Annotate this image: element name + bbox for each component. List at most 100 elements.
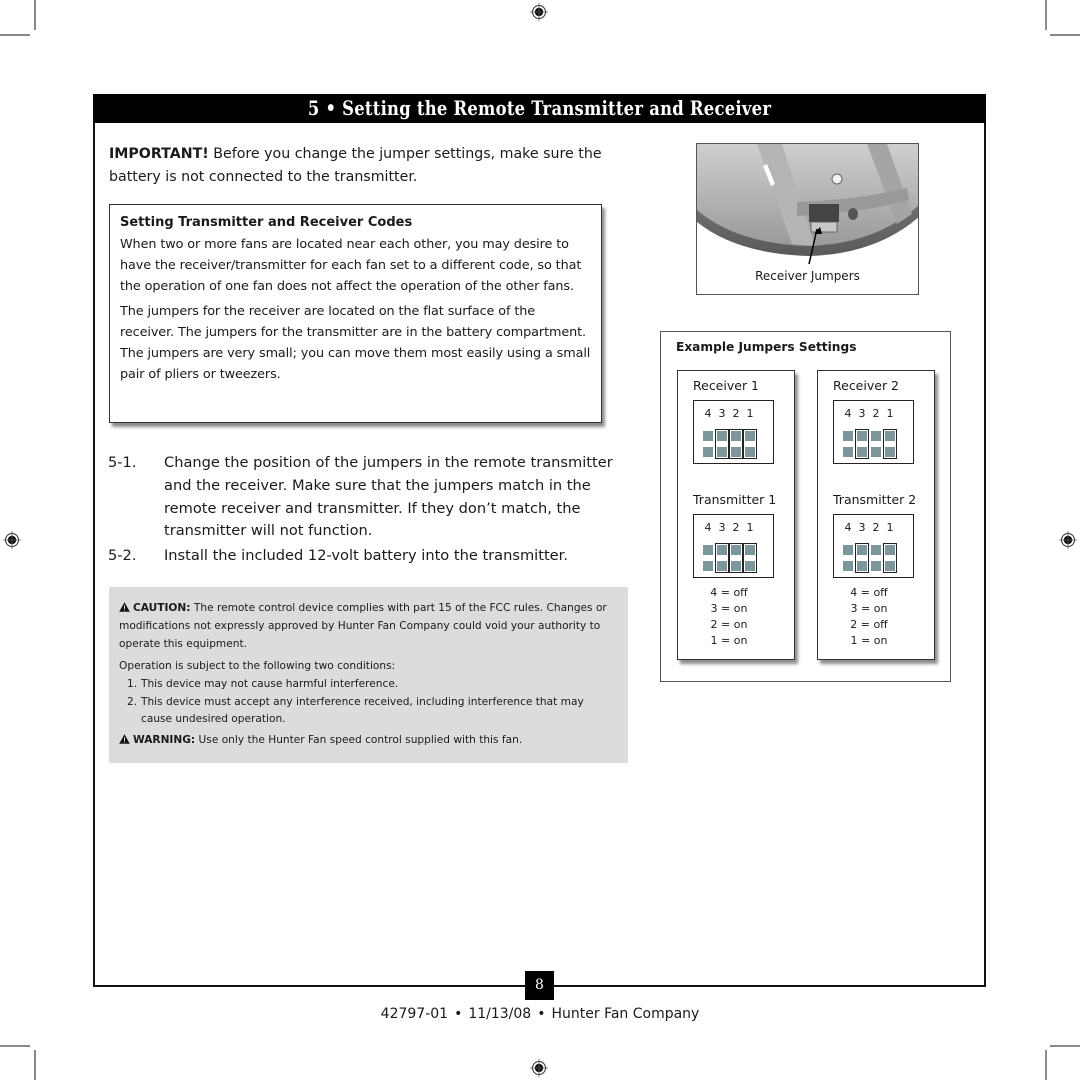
jumper-card-2: Receiver 2 4321 Transmitter 2 4321 4 = o… [817, 370, 935, 660]
pin-number: 1 [746, 407, 754, 420]
jumper-pin [843, 447, 853, 457]
pin-number: 1 [886, 521, 894, 534]
jumper-cap-on [855, 543, 869, 573]
pin-number: 4 [704, 407, 712, 420]
pin-number: 3 [718, 407, 726, 420]
jumper-cap-on [729, 429, 743, 459]
setting-line: 2 = on [710, 618, 748, 631]
step-number: 5-1. [108, 454, 137, 471]
caution-box: CAUTION: The remote control device compl… [109, 587, 628, 763]
footer: 42797-01 • 11/13/08 • Hunter Fan Company [0, 1006, 1080, 1022]
pin-number: 3 [718, 521, 726, 534]
receiver-label: Receiver 1 [693, 378, 760, 393]
receiver-label: Receiver 2 [833, 378, 900, 393]
jumper-settings-list: 4 = off 3 = on 2 = on 1 = on [678, 585, 794, 649]
caution-label: CAUTION: [133, 602, 191, 614]
jumper-cap-on [715, 543, 729, 573]
crop-mark [1045, 1050, 1047, 1080]
caution-text: The remote control device complies with … [119, 602, 607, 650]
crop-mark [34, 1050, 36, 1080]
step-item: 5-2. Install the included 12-volt batter… [108, 545, 628, 568]
important-label: IMPORTANT! [109, 146, 209, 162]
doc-date: 11/13/08 [468, 1006, 532, 1022]
jumper-cap-on [743, 429, 757, 459]
pin-number: 4 [704, 521, 712, 534]
jumper-pin [871, 447, 881, 457]
warning-text: Use only the Hunter Fan speed control su… [195, 733, 523, 746]
setting-line: 3 = on [850, 602, 888, 615]
jumper-pin [703, 431, 713, 441]
separator: • [454, 1006, 463, 1022]
codes-heading: Setting Transmitter and Receiver Codes [120, 215, 413, 230]
jumper-settings-list: 4 = off 3 = on 2 = off 1 = on [818, 585, 934, 649]
jumper-pin [843, 561, 853, 571]
registration-mark-icon [1059, 531, 1077, 549]
setting-line: 3 = on [710, 602, 748, 615]
warning-paragraph: WARNING: Use only the Hunter Fan speed c… [119, 731, 618, 749]
crop-mark [1050, 34, 1080, 36]
transmitter-label: Transmitter 2 [833, 492, 917, 507]
condition-text: This device must accept any interference… [141, 695, 584, 726]
jumper-pin [843, 431, 853, 441]
receiver-jumper-block: 4321 [833, 400, 914, 464]
jumper-cap-on [729, 543, 743, 573]
codes-info-box: Setting Transmitter and Receiver Codes W… [109, 204, 602, 423]
codes-paragraph: The jumpers for the receiver are located… [120, 304, 591, 382]
company-name: Hunter Fan Company [551, 1006, 700, 1022]
caution-paragraph: CAUTION: The remote control device compl… [119, 599, 618, 653]
pin-number: 3 [858, 407, 866, 420]
crop-mark [1050, 1045, 1080, 1047]
pin-number: 3 [858, 521, 866, 534]
receiver-jumper-block: 4321 [693, 400, 774, 464]
steps-list: 5-1. Change the position of the jumpers … [108, 452, 628, 570]
crop-mark [34, 0, 36, 30]
example-jumpers-box: Example Jumpers Settings Receiver 1 4321… [660, 331, 951, 682]
condition-item: 2. This device must accept any interferen… [127, 694, 618, 729]
jumper-pin [703, 561, 713, 571]
step-text: Change the position of the jumpers in th… [164, 454, 613, 540]
condition-number: 1. [127, 678, 138, 690]
crop-mark [0, 1045, 30, 1047]
registration-mark-icon [530, 3, 548, 21]
warning-triangle-icon [119, 733, 130, 744]
conditions-list: 1. This device may not cause harmful inte… [127, 676, 618, 729]
codes-paragraph: When two or more fans are located near e… [120, 237, 582, 294]
setting-line: 1 = on [850, 634, 888, 647]
jumper-pin [871, 431, 881, 441]
pin-number: 2 [872, 521, 880, 534]
jumper-cap-on [743, 543, 757, 573]
warning-label: WARNING: [133, 733, 196, 746]
setting-line: 4 = off [850, 586, 888, 599]
setting-line: 1 = on [710, 634, 748, 647]
conditions-intro: Operation is subject to the following tw… [119, 660, 396, 672]
separator: • [537, 1006, 546, 1022]
pin-number: 2 [732, 521, 740, 534]
pin-number: 2 [872, 407, 880, 420]
jumper-pin [843, 545, 853, 555]
jumper-pin [871, 561, 881, 571]
doc-number: 42797-01 [380, 1006, 449, 1022]
jumper-pin [703, 545, 713, 555]
pin-number: 4 [844, 407, 852, 420]
condition-text: This device may not cause harmful interf… [141, 678, 399, 690]
transmitter-jumper-block: 4321 [833, 514, 914, 578]
pin-number: 1 [886, 407, 894, 420]
section-title: 5 • Setting the Remote Transmitter and R… [307, 96, 772, 120]
registration-mark-icon [530, 1059, 548, 1077]
pin-number: 4 [844, 521, 852, 534]
jumper-cap-on [855, 429, 869, 459]
setting-line: 2 = off [850, 618, 888, 631]
crop-mark [0, 34, 30, 36]
condition-item: 1. This device may not cause harmful inte… [127, 676, 618, 694]
crop-mark [1045, 0, 1047, 30]
jumper-cap-on [883, 543, 897, 573]
photo-caption: Receiver Jumpers [755, 269, 860, 283]
condition-number: 2. [127, 695, 138, 708]
receiver-jumpers-photo: Receiver Jumpers [696, 143, 919, 295]
pin-number: 2 [732, 407, 740, 420]
warning-triangle-icon [119, 602, 130, 612]
registration-mark-icon [3, 531, 21, 549]
jumper-cap-on [883, 429, 897, 459]
step-number: 5-2. [108, 547, 137, 565]
transmitter-jumper-block: 4321 [693, 514, 774, 578]
